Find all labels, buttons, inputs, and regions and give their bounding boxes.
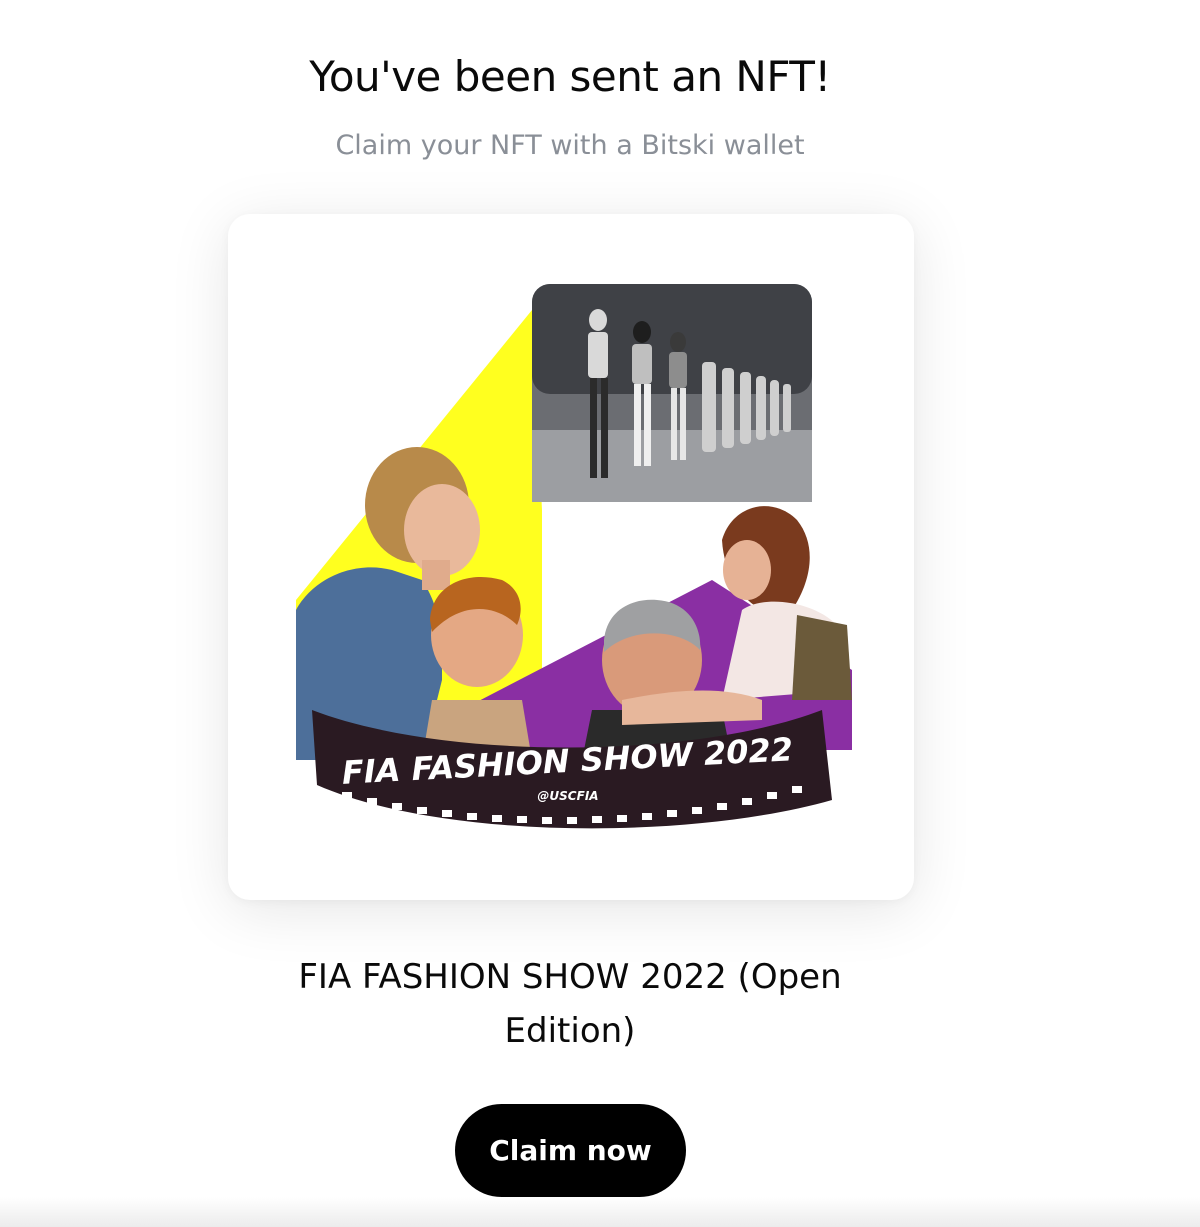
banner-handle-text: @USCFIA: [537, 789, 598, 803]
nft-artwork: FIA FASHION SHOW 2022 @USCFIA: [296, 284, 852, 829]
nft-card: FIA FASHION SHOW 2022 @USCFIA: [228, 214, 914, 900]
claim-page: You've been sent an NFT! Claim your NFT …: [0, 0, 1200, 1227]
runway-photo: [532, 284, 812, 502]
page-title: You've been sent an NFT!: [309, 52, 831, 101]
claim-now-button[interactable]: Claim now: [455, 1104, 686, 1197]
page-subtitle: Claim your NFT with a Bitski wallet: [335, 130, 805, 161]
nft-name: FIA FASHION SHOW 2022 (Open Edition): [298, 957, 842, 1051]
bottom-fade: [0, 1197, 1200, 1227]
